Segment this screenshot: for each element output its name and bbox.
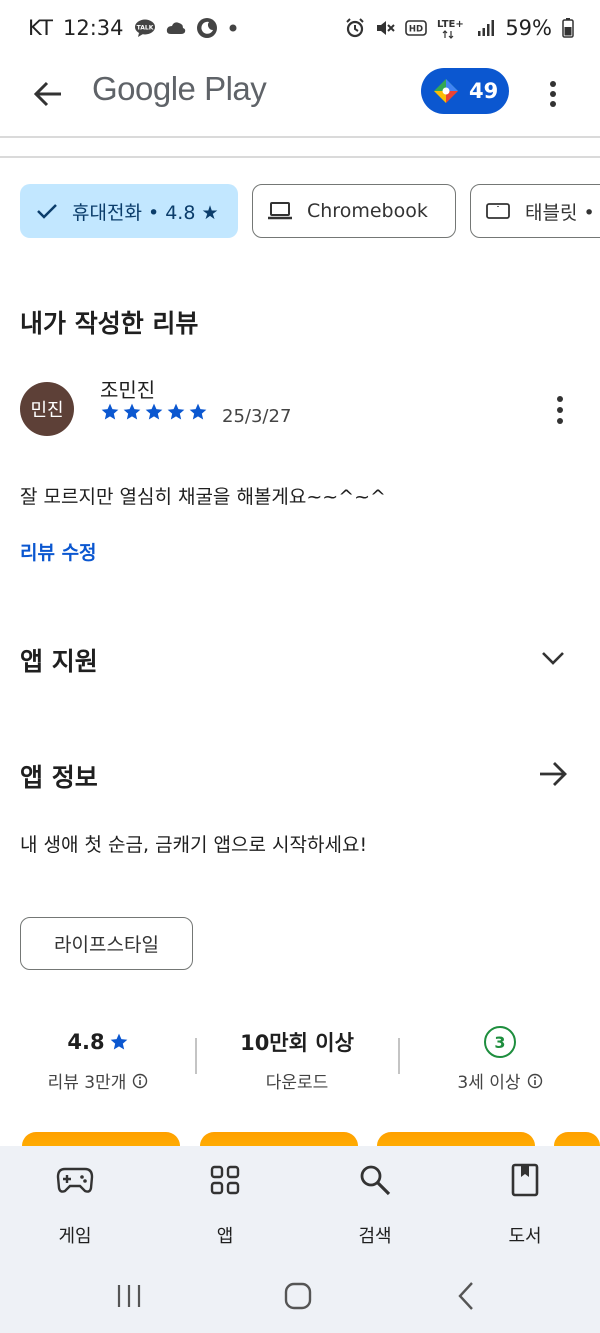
review-stars: [100, 402, 208, 422]
signal-icon: [477, 19, 495, 37]
search-icon: [355, 1160, 395, 1200]
device-chip-tablet[interactable]: 태블릿 • 4: [470, 184, 600, 238]
more-options-button[interactable]: [538, 72, 568, 116]
status-left: KT 12:34 TALK: [28, 16, 238, 40]
age-rating-badge: 3: [484, 1026, 516, 1058]
check-icon: [37, 204, 57, 219]
recent-apps-icon: [117, 1285, 141, 1307]
device-chip-phone[interactable]: 휴대전화 • 4.8 ★: [20, 184, 238, 238]
stat-age-rating: 3 3세 이상: [420, 1026, 580, 1093]
app-support-heading[interactable]: 앱 지원: [20, 642, 98, 678]
app-info-arrow-button[interactable]: [537, 758, 569, 790]
review-more-button[interactable]: [548, 392, 572, 428]
play-points-icon: [434, 79, 458, 103]
category-chip[interactable]: 라이프스타일: [20, 917, 193, 970]
battery-icon: [562, 18, 574, 38]
info-icon[interactable]: [132, 1073, 148, 1089]
downloads-value: 10만회 이상: [240, 1031, 354, 1055]
edit-review-link[interactable]: 리뷰 수정: [20, 538, 97, 565]
system-back-button[interactable]: [444, 1276, 488, 1316]
book-icon: [505, 1160, 545, 1200]
star-icon: [110, 1033, 127, 1050]
reviewer-name: 조민진: [100, 378, 156, 402]
nav-search-label: 검색: [358, 1226, 392, 1247]
app-support-expand-button[interactable]: [537, 642, 569, 674]
play-points-value: 49: [469, 79, 499, 103]
carrier-text: KT: [28, 16, 53, 40]
play-points-button[interactable]: 49: [421, 68, 509, 114]
avatar: 민진: [20, 382, 74, 436]
app-info-heading[interactable]: 앱 정보: [20, 758, 98, 794]
nav-books[interactable]: 도서: [465, 1160, 585, 1248]
svg-text:HD: HD: [409, 25, 423, 35]
back-button[interactable]: [26, 72, 70, 116]
star-icon: [101, 403, 119, 420]
stat-downloads: 10만회 이상 다운로드: [210, 1026, 384, 1093]
star-icon: [167, 403, 185, 420]
nav-search[interactable]: 검색: [315, 1160, 435, 1248]
section-divider: [0, 156, 600, 158]
info-icon[interactable]: [527, 1073, 543, 1089]
recent-apps-button[interactable]: [107, 1276, 151, 1316]
kakaotalk-icon: TALK: [134, 19, 156, 37]
tablet-icon: [486, 203, 510, 219]
review-date: 25/3/27: [222, 406, 292, 427]
star-icon: [189, 403, 207, 420]
chevron-left-icon: [458, 1282, 473, 1310]
rating-value: 4.8: [67, 1030, 105, 1054]
stat-separator: [398, 1038, 400, 1074]
status-bar: KT 12:34 TALK HD LTE+ 59%: [0, 0, 600, 56]
device-chip-tablet-label: 태블릿 • 4: [525, 201, 600, 224]
alarm-icon: [345, 18, 365, 38]
review-text: 잘 모르지만 열심히 채굴을 해볼게요~~^~^: [20, 486, 386, 508]
mute-icon: [375, 18, 396, 38]
device-chip-chromebook[interactable]: Chromebook: [252, 184, 456, 238]
downloads-label: 다운로드: [265, 1073, 329, 1093]
night-mode-icon: [196, 17, 218, 39]
arrow-right-icon: [540, 762, 567, 786]
age-rating-label: 3세 이상: [457, 1073, 521, 1093]
nav-books-label: 도서: [508, 1226, 542, 1247]
gamepad-icon: [55, 1160, 95, 1200]
cloud-icon: [166, 21, 186, 35]
play-store-page: KT 12:34 TALK HD LTE+ 59% Google Play 49…: [0, 0, 600, 1333]
device-chip-phone-label: 휴대전화 • 4.8 ★: [72, 201, 219, 224]
device-chip-chromebook-label: Chromebook: [307, 200, 428, 222]
nav-games[interactable]: 게임: [15, 1160, 135, 1248]
apps-grid-icon: [205, 1160, 245, 1200]
nav-apps[interactable]: 앱: [165, 1160, 285, 1248]
hd-icon: HD: [405, 20, 428, 36]
stat-rating: 4.8 리뷰 3만개: [20, 1026, 176, 1093]
google-play-logo: Google Play: [92, 70, 267, 107]
laptop-icon: [268, 202, 292, 220]
svg-text:TALK: TALK: [136, 25, 153, 32]
star-icon: [145, 403, 163, 420]
home-button[interactable]: [276, 1276, 320, 1316]
star-icon: [123, 403, 141, 420]
my-review-heading: 내가 작성한 리뷰: [20, 309, 199, 338]
more-vert-icon: [557, 396, 563, 424]
rating-label: 리뷰 3만개: [47, 1073, 127, 1093]
clock-text: 12:34: [62, 16, 124, 40]
stat-separator: [195, 1038, 197, 1074]
nav-apps-label: 앱: [216, 1226, 234, 1247]
lte-icon: LTE+: [437, 17, 467, 39]
svg-text:LTE+: LTE+: [437, 19, 464, 30]
arrow-left-icon: [33, 81, 61, 107]
app-bar: Google Play 49: [0, 56, 600, 138]
app-description: 내 생애 첫 순금, 금캐기 앱으로 시작하세요!: [20, 834, 368, 856]
nav-games-label: 게임: [58, 1226, 92, 1247]
chevron-down-icon: [542, 652, 564, 665]
battery-percent: 59%: [505, 16, 552, 40]
status-right: HD LTE+ 59%: [345, 16, 574, 40]
more-vert-icon: [550, 81, 556, 107]
home-icon: [284, 1282, 312, 1310]
notification-dot-icon: [228, 23, 238, 33]
